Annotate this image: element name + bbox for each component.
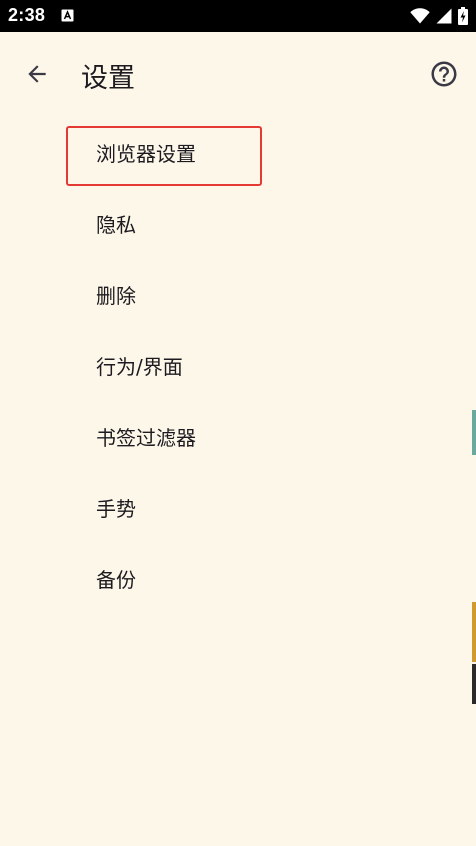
background-edge-strip xyxy=(472,410,476,455)
status-bar: 2:38 xyxy=(0,0,476,32)
app-bar: 设置 xyxy=(0,32,476,116)
menu-item-label: 书签过滤器 xyxy=(96,426,196,450)
status-time: 2:38 xyxy=(8,5,46,25)
menu-item-backup[interactable]: 备份 xyxy=(0,543,470,614)
settings-screen: 设置 浏览器设置 隐私 删除 行为/界面 书签过滤器 手势 备份 xyxy=(0,32,476,846)
menu-item-label: 删除 xyxy=(96,284,136,308)
help-circle-icon xyxy=(431,61,457,87)
battery-charging-icon xyxy=(458,7,468,25)
menu-item-label: 隐私 xyxy=(96,213,136,237)
highlight-box xyxy=(66,126,262,186)
menu-item-label: 备份 xyxy=(96,568,136,592)
cell-signal-icon xyxy=(436,8,452,24)
menu-item-label: 行为/界面 xyxy=(96,355,183,379)
settings-menu: 浏览器设置 隐私 删除 行为/界面 书签过滤器 手势 备份 xyxy=(0,117,470,614)
menu-item-label: 手势 xyxy=(96,497,136,521)
menu-item-delete[interactable]: 删除 xyxy=(0,259,470,330)
arrow-back-icon xyxy=(28,65,46,83)
background-edge-strip xyxy=(472,602,476,662)
wifi-icon xyxy=(410,8,430,24)
menu-item-gestures[interactable]: 手势 xyxy=(0,472,470,543)
background-edge-strip xyxy=(472,664,476,704)
back-button[interactable] xyxy=(17,54,57,94)
menu-item-behavior-interface[interactable]: 行为/界面 xyxy=(0,330,470,401)
help-button[interactable] xyxy=(424,54,464,94)
menu-item-privacy[interactable]: 隐私 xyxy=(0,188,470,259)
status-icons xyxy=(410,6,468,26)
a11y-notification-icon xyxy=(61,9,74,22)
menu-item-bookmark-filter[interactable]: 书签过滤器 xyxy=(0,401,470,472)
page-title: 设置 xyxy=(81,63,135,94)
